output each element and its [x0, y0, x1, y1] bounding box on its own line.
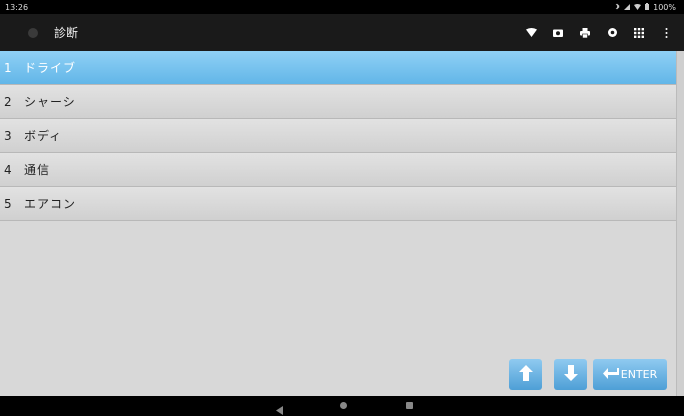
menu-item-label: ドライブ — [24, 61, 77, 75]
camera-icon[interactable] — [552, 27, 564, 39]
app-logo-icon[interactable] — [28, 27, 38, 38]
menu-item-number: 5 — [4, 196, 12, 211]
menu-item-label: シャーシ — [24, 95, 76, 109]
print-icon[interactable] — [579, 27, 591, 39]
app-header: 診断 — [0, 14, 684, 51]
battery-icon — [645, 2, 650, 12]
enter-arrow-icon — [602, 367, 619, 382]
menu-item-aircon[interactable]: 5 エアコン — [0, 187, 676, 221]
bluetooth-icon — [615, 3, 620, 12]
header-toolbar — [525, 14, 672, 51]
menu-list: 1 ドライブ 2 シャーシ 3 ボディ 4 通信 5 エアコン — [0, 51, 676, 396]
recent-apps-icon[interactable] — [406, 402, 413, 409]
scroll-down-button[interactable] — [554, 359, 587, 390]
grid-icon[interactable] — [633, 27, 645, 39]
menu-item-number: 3 — [4, 128, 12, 143]
scrollbar[interactable] — [676, 51, 684, 396]
menu-item-communication[interactable]: 4 通信 — [0, 153, 676, 187]
page-title: 診断 — [54, 26, 79, 40]
menu-item-chassis[interactable]: 2 シャーシ — [0, 85, 676, 119]
down-arrow-icon — [563, 365, 578, 384]
wifi-icon — [634, 3, 642, 12]
status-icons: 100% — [615, 2, 676, 12]
menu-item-label: 通信 — [24, 163, 51, 177]
wifi-icon[interactable] — [525, 27, 537, 39]
enter-label: ENTER — [620, 368, 658, 381]
menu-item-number: 1 — [4, 60, 12, 75]
more-vert-icon[interactable] — [660, 27, 672, 39]
system-nav-bar — [0, 396, 684, 416]
enter-button[interactable]: ENTER — [593, 359, 667, 390]
scroll-up-button[interactable] — [509, 359, 542, 390]
back-icon[interactable] — [276, 400, 283, 416]
status-time: 13:26 — [5, 2, 29, 12]
menu-item-label: エアコン — [24, 197, 77, 211]
battery-percent: 100% — [653, 2, 676, 12]
menu-item-number: 4 — [4, 162, 12, 177]
menu-item-body[interactable]: 3 ボディ — [0, 119, 676, 153]
menu-item-label: ボディ — [24, 129, 63, 143]
menu-item-drive[interactable]: 1 ドライブ — [0, 51, 676, 85]
status-bar: 13:26 100% — [0, 0, 684, 14]
menu-item-number: 2 — [4, 94, 12, 109]
home-icon[interactable] — [340, 402, 347, 409]
signal-icon — [624, 3, 631, 12]
up-arrow-icon — [518, 365, 533, 384]
record-icon[interactable] — [606, 27, 618, 39]
